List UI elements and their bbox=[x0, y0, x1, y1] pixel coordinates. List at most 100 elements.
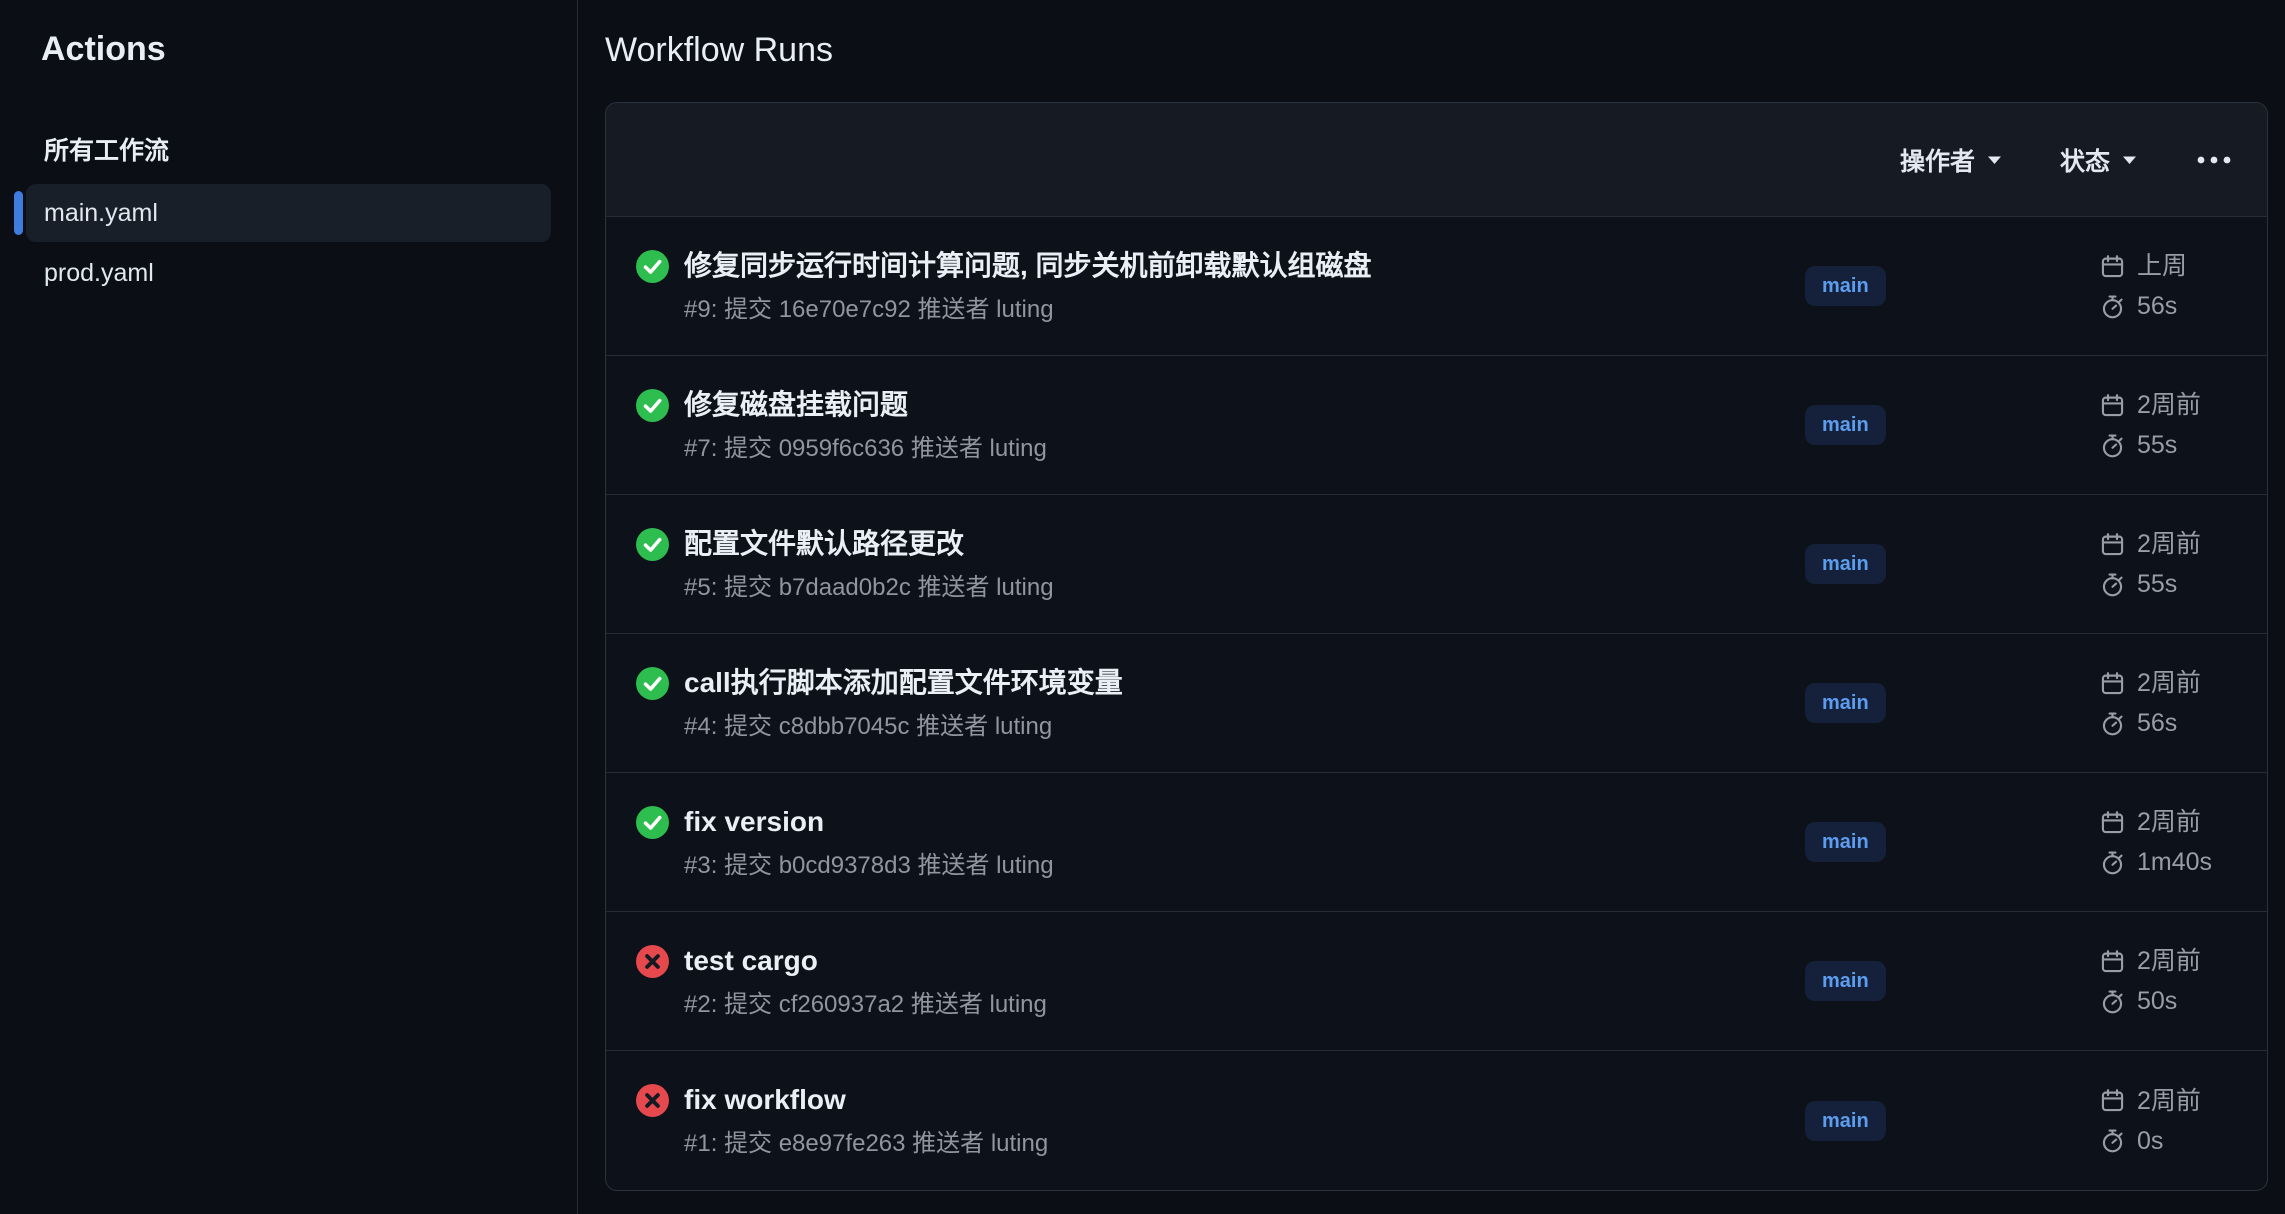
status-filter-dropdown[interactable]: 状态 bbox=[2060, 142, 2137, 178]
stopwatch-icon bbox=[2099, 432, 2126, 459]
run-text: fix workflow #1: 提交 e8e97fe263 推送者 lutin… bbox=[684, 1080, 1048, 1161]
calendar-icon bbox=[2099, 948, 2126, 975]
run-text: 修复同步运行时间计算问题, 同步关机前卸载默认组磁盘 #9: 提交 16e70e… bbox=[684, 246, 1372, 327]
run-text: call执行脚本添加配置文件环境变量 #4: 提交 c8dbb7045c 推送者… bbox=[684, 663, 1123, 744]
branch-column: main bbox=[1805, 405, 2099, 445]
branch-column: main bbox=[1805, 1101, 2099, 1141]
check-circle-icon bbox=[636, 528, 669, 561]
run-commit-info: #4: 提交 c8dbb7045c 推送者 luting bbox=[684, 710, 1123, 744]
workflow-run-row[interactable]: call执行脚本添加配置文件环境变量 #4: 提交 c8dbb7045c 推送者… bbox=[606, 634, 2267, 773]
workflow-run-row[interactable]: 修复同步运行时间计算问题, 同步关机前卸载默认组磁盘 #9: 提交 16e70e… bbox=[606, 217, 2267, 356]
run-duration-line: 55s bbox=[2099, 429, 2267, 461]
status-icon-slot bbox=[636, 945, 669, 978]
run-commit-info: #2: 提交 cf260937a2 推送者 luting bbox=[684, 988, 1047, 1022]
run-title-link[interactable]: fix version bbox=[684, 802, 1054, 842]
check-circle-icon bbox=[636, 389, 669, 422]
run-commit-info: #7: 提交 0959f6c636 推送者 luting bbox=[684, 432, 1047, 466]
status-icon-slot bbox=[636, 1084, 669, 1117]
sidebar-item-prod-yaml[interactable]: prod.yaml bbox=[26, 244, 551, 302]
branch-badge[interactable]: main bbox=[1805, 266, 1886, 306]
branch-column: main bbox=[1805, 266, 2099, 306]
workflow-run-row[interactable]: test cargo #2: 提交 cf260937a2 推送者 luting … bbox=[606, 912, 2267, 1051]
run-title-link[interactable]: fix workflow bbox=[684, 1080, 1048, 1120]
run-summary: 修复同步运行时间计算问题, 同步关机前卸载默认组磁盘 #9: 提交 16e70e… bbox=[636, 246, 1805, 327]
run-date: 2周前 bbox=[2137, 806, 2201, 838]
page-title: Workflow Runs bbox=[605, 26, 2268, 74]
run-duration: 1m40s bbox=[2137, 846, 2212, 878]
run-title-link[interactable]: 修复同步运行时间计算问题, 同步关机前卸载默认组磁盘 bbox=[684, 246, 1372, 286]
all-workflows-link[interactable]: 所有工作流 bbox=[44, 134, 577, 168]
run-summary: 修复磁盘挂载问题 #7: 提交 0959f6c636 推送者 luting bbox=[636, 385, 1805, 466]
status-icon-slot bbox=[636, 528, 669, 561]
run-date: 2周前 bbox=[2137, 945, 2201, 977]
run-meta: 2周前 50s bbox=[2099, 945, 2267, 1017]
status-icon-slot bbox=[636, 667, 669, 700]
run-duration-line: 1m40s bbox=[2099, 846, 2267, 878]
calendar-icon bbox=[2099, 392, 2126, 419]
workflow-item-label: main.yaml bbox=[44, 199, 158, 228]
run-duration: 56s bbox=[2137, 290, 2177, 322]
actions-sidebar: Actions 所有工作流 main.yaml prod.yaml bbox=[0, 0, 578, 1214]
run-meta: 2周前 55s bbox=[2099, 528, 2267, 600]
stopwatch-icon bbox=[2099, 571, 2126, 598]
run-text: test cargo #2: 提交 cf260937a2 推送者 luting bbox=[684, 941, 1047, 1022]
run-title-link[interactable]: test cargo bbox=[684, 941, 1047, 981]
more-options-button[interactable] bbox=[2195, 150, 2233, 170]
calendar-icon bbox=[2099, 1087, 2126, 1114]
sidebar-item-main-yaml[interactable]: main.yaml bbox=[26, 184, 551, 242]
branch-column: main bbox=[1805, 544, 2099, 584]
run-date: 2周前 bbox=[2137, 528, 2201, 560]
run-title-link[interactable]: 配置文件默认路径更改 bbox=[684, 524, 1054, 564]
workflow-run-row[interactable]: fix workflow #1: 提交 e8e97fe263 推送者 lutin… bbox=[606, 1051, 2267, 1190]
stopwatch-icon bbox=[2099, 293, 2126, 320]
run-duration: 56s bbox=[2137, 707, 2177, 739]
run-date-line: 2周前 bbox=[2099, 806, 2267, 838]
run-summary: test cargo #2: 提交 cf260937a2 推送者 luting bbox=[636, 941, 1805, 1022]
status-filter-label: 状态 bbox=[2060, 142, 2110, 178]
actor-filter-dropdown[interactable]: 操作者 bbox=[1900, 142, 2002, 178]
run-meta: 2周前 56s bbox=[2099, 667, 2267, 739]
stopwatch-icon bbox=[2099, 849, 2126, 876]
run-meta: 2周前 0s bbox=[2099, 1085, 2267, 1157]
check-circle-icon bbox=[636, 667, 669, 700]
branch-column: main bbox=[1805, 961, 2099, 1001]
branch-badge[interactable]: main bbox=[1805, 1101, 1886, 1141]
run-meta: 2周前 55s bbox=[2099, 389, 2267, 461]
run-date-line: 2周前 bbox=[2099, 528, 2267, 560]
actor-filter-label: 操作者 bbox=[1900, 142, 1975, 178]
run-text: 修复磁盘挂载问题 #7: 提交 0959f6c636 推送者 luting bbox=[684, 385, 1047, 466]
branch-badge[interactable]: main bbox=[1805, 961, 1886, 1001]
run-duration-line: 56s bbox=[2099, 707, 2267, 739]
run-commit-info: #1: 提交 e8e97fe263 推送者 luting bbox=[684, 1127, 1048, 1161]
status-icon-slot bbox=[636, 806, 669, 839]
calendar-icon bbox=[2099, 253, 2126, 280]
kebab-horizontal-icon bbox=[2197, 156, 2231, 164]
run-text: 配置文件默认路径更改 #5: 提交 b7daad0b2c 推送者 luting bbox=[684, 524, 1054, 605]
chevron-down-icon bbox=[1987, 155, 2002, 165]
run-date-line: 2周前 bbox=[2099, 389, 2267, 421]
workflow-run-row[interactable]: 修复磁盘挂载问题 #7: 提交 0959f6c636 推送者 luting ma… bbox=[606, 356, 2267, 495]
run-summary: call执行脚本添加配置文件环境变量 #4: 提交 c8dbb7045c 推送者… bbox=[636, 663, 1805, 744]
run-duration: 0s bbox=[2137, 1125, 2163, 1157]
stopwatch-icon bbox=[2099, 710, 2126, 737]
run-summary: 配置文件默认路径更改 #5: 提交 b7daad0b2c 推送者 luting bbox=[636, 524, 1805, 605]
run-duration-line: 56s bbox=[2099, 290, 2267, 322]
branch-badge[interactable]: main bbox=[1805, 544, 1886, 584]
run-commit-info: #9: 提交 16e70e7c92 推送者 luting bbox=[684, 293, 1372, 327]
branch-badge[interactable]: main bbox=[1805, 683, 1886, 723]
run-date-line: 2周前 bbox=[2099, 667, 2267, 699]
workflow-run-row[interactable]: 配置文件默认路径更改 #5: 提交 b7daad0b2c 推送者 luting … bbox=[606, 495, 2267, 634]
branch-badge[interactable]: main bbox=[1805, 822, 1886, 862]
run-meta: 上周 56s bbox=[2099, 250, 2267, 322]
branch-column: main bbox=[1805, 822, 2099, 862]
x-circle-icon bbox=[636, 1084, 669, 1117]
workflow-run-row[interactable]: fix version #3: 提交 b0cd9378d3 推送者 luting… bbox=[606, 773, 2267, 912]
status-icon-slot bbox=[636, 250, 669, 283]
run-title-link[interactable]: 修复磁盘挂载问题 bbox=[684, 385, 1047, 425]
run-duration-line: 0s bbox=[2099, 1125, 2267, 1157]
workflow-item-label: prod.yaml bbox=[44, 259, 154, 288]
run-summary: fix workflow #1: 提交 e8e97fe263 推送者 lutin… bbox=[636, 1080, 1805, 1161]
branch-badge[interactable]: main bbox=[1805, 405, 1886, 445]
run-date-line: 上周 bbox=[2099, 250, 2267, 282]
run-title-link[interactable]: call执行脚本添加配置文件环境变量 bbox=[684, 663, 1123, 703]
